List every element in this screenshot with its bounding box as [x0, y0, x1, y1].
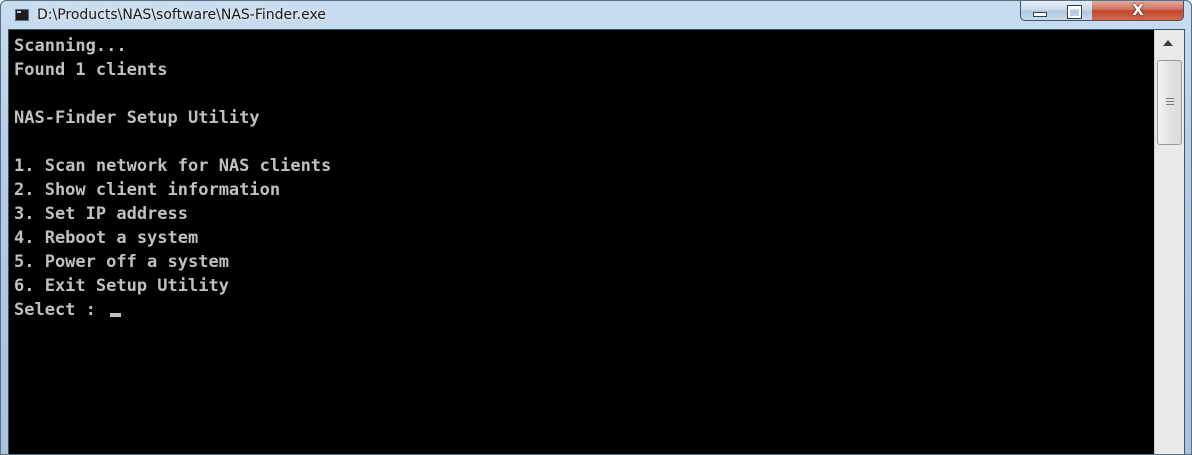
- maximize-button[interactable]: [1056, 1, 1093, 21]
- minimize-button[interactable]: [1020, 1, 1057, 21]
- scroll-up-arrow-icon[interactable]: [1163, 40, 1173, 46]
- menu-option-scan-network: 1. Scan network for NAS clients: [14, 156, 332, 176]
- caption-buttons: X: [1020, 1, 1184, 22]
- menu-option-exit: 6. Exit Setup Utility: [14, 276, 229, 296]
- menu-option-power-off: 5. Power off a system: [14, 252, 229, 272]
- console-lines: Scanning... Found 1 clients NAS-Finder S…: [14, 34, 331, 322]
- console-line-utility-title: NAS-Finder Setup Utility: [14, 108, 260, 128]
- console-line-scanning: Scanning...: [14, 36, 127, 56]
- console-app-icon[interactable]: [15, 9, 29, 21]
- menu-option-show-client-info: 2. Show client information: [14, 180, 281, 200]
- console-window: D:\Products\NAS\software\NAS-Finder.exe …: [0, 0, 1192, 455]
- vertical-scrollbar[interactable]: [1154, 30, 1184, 454]
- console-frame: Scanning... Found 1 clients NAS-Finder S…: [8, 29, 1185, 454]
- console-line-found-clients: Found 1 clients: [14, 60, 168, 80]
- console-line-blank: [14, 130, 331, 154]
- menu-option-reboot: 4. Reboot a system: [14, 228, 199, 248]
- close-icon: X: [1132, 1, 1144, 19]
- grip-icon: [1166, 98, 1174, 107]
- console-line-blank: [14, 82, 331, 106]
- select-prompt: Select :: [14, 300, 107, 320]
- scrollbar-thumb[interactable]: [1157, 60, 1182, 145]
- minimize-icon: [1033, 12, 1047, 17]
- close-button[interactable]: X: [1092, 1, 1184, 21]
- text-cursor: [110, 313, 122, 317]
- title-bar[interactable]: D:\Products\NAS\software\NAS-Finder.exe …: [1, 1, 1191, 29]
- menu-option-set-ip: 3. Set IP address: [14, 204, 188, 224]
- console-output[interactable]: Scanning... Found 1 clients NAS-Finder S…: [9, 30, 1155, 454]
- console-prompt-line[interactable]: Select :: [14, 298, 331, 322]
- window-title: D:\Products\NAS\software\NAS-Finder.exe: [37, 7, 326, 23]
- maximize-icon: [1067, 5, 1082, 19]
